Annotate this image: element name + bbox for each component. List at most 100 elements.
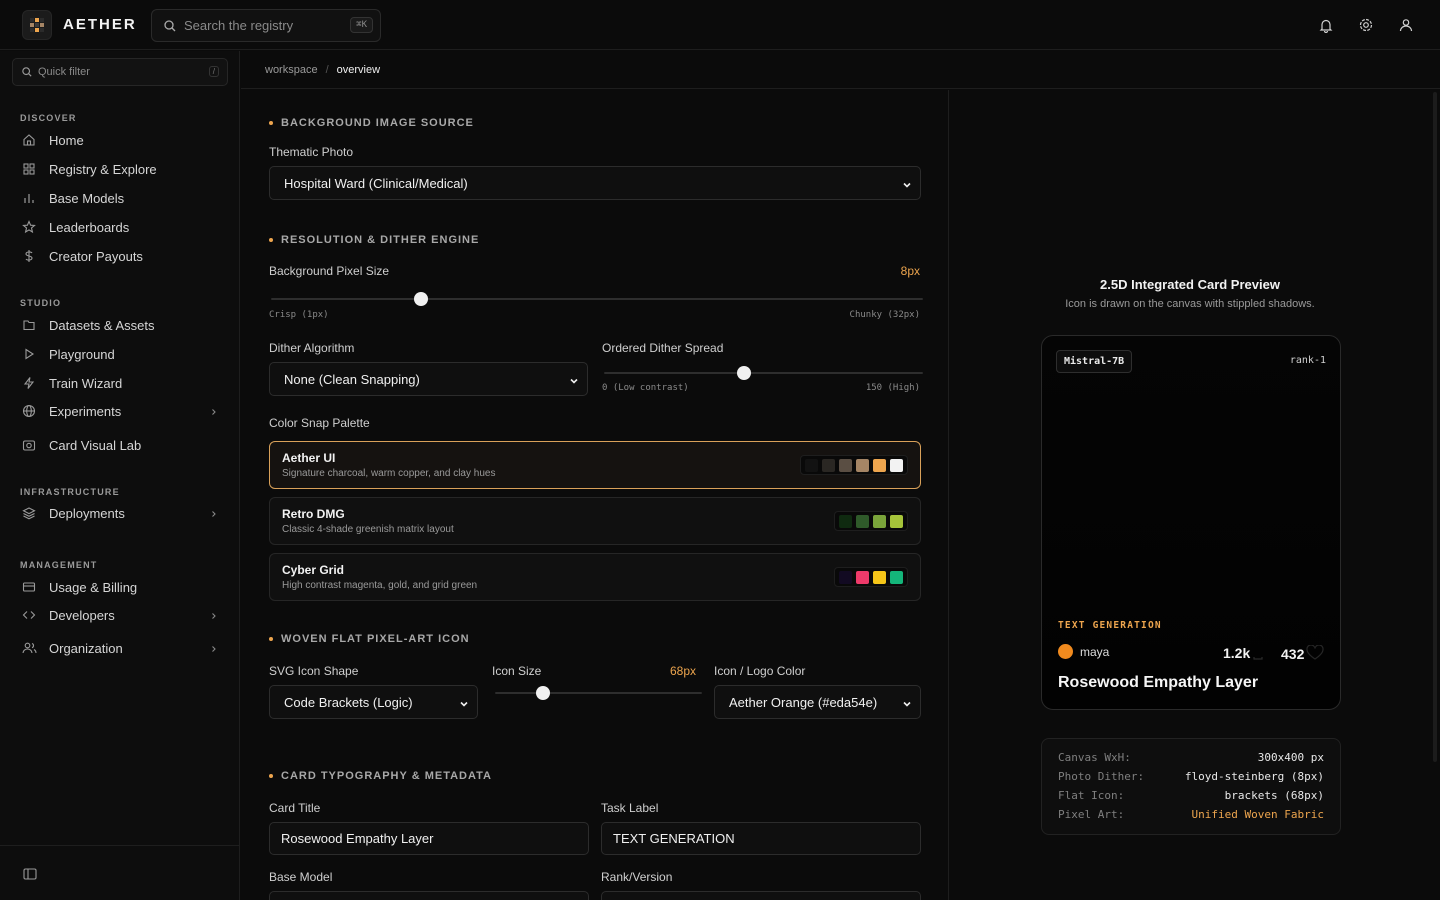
rank-version-input[interactable] — [601, 891, 921, 900]
card-title-input[interactable]: Rosewood Empathy Layer — [269, 822, 589, 855]
gear-icon[interactable] — [1356, 15, 1376, 35]
chevron-right-icon — [210, 609, 218, 624]
task-label-input[interactable]: TEXT GENERATION — [601, 822, 921, 855]
slider-thumb[interactable] — [737, 366, 752, 380]
sidebar-item-label: Train Wizard — [49, 375, 123, 391]
icon-size-value: 68px — [670, 664, 697, 678]
sidebar-item-label: Creator Payouts — [49, 248, 143, 264]
palette-description: High contrast magenta, gold, and grid gr… — [282, 580, 478, 591]
slider-thumb[interactable] — [535, 686, 550, 700]
sidebar-item-playground[interactable]: Playground — [20, 342, 220, 366]
dither-spread-min-hint: 0 (Low contrast) — [602, 383, 689, 393]
metadata-value: 300x400 px — [1257, 751, 1324, 764]
icon-color-value: Aether Orange (#eda54e) — [729, 694, 878, 710]
sidebar-item-developers[interactable]: Developers — [20, 603, 220, 627]
section-heading-bg: BACKGROUND IMAGE SOURCE — [269, 117, 474, 129]
sidebar-item-datasets[interactable]: Datasets & Assets — [20, 313, 220, 337]
search-icon — [22, 67, 32, 77]
card-title: Rosewood Empathy Layer — [1058, 674, 1259, 691]
color-swatch — [856, 570, 869, 584]
section-title-management: MANAGEMENT — [20, 560, 98, 570]
play-icon — [20, 345, 38, 363]
icon-color-label: Icon / Logo Color — [714, 664, 806, 678]
base-model-input[interactable] — [269, 891, 589, 900]
dither-spread-slider[interactable] — [604, 366, 923, 380]
color-swatch — [822, 458, 835, 472]
palette-option[interactable]: Aether UI Signature charcoal, warm copper… — [269, 441, 921, 489]
card-author: maya — [1058, 644, 1109, 659]
palette-label: Color Snap Palette — [269, 416, 370, 430]
sidebar-item-label: Experiments — [49, 403, 122, 419]
users-icon — [20, 639, 38, 657]
palette-option[interactable]: Cyber Grid High contrast magenta, gold, a… — [269, 553, 921, 601]
sidebar-item-creator-payouts[interactable]: Creator Payouts — [20, 244, 220, 268]
card-author-name: maya — [1080, 644, 1110, 659]
palette-option[interactable]: Retro DMG Classic 4-shade greenish matrix… — [269, 497, 921, 545]
chevron-down-icon — [902, 697, 912, 712]
card-likes-value: 432 — [1281, 645, 1305, 662]
metadata-row: Flat Icon: brackets (68px) — [1058, 789, 1324, 805]
sidebar-item-base-models[interactable]: Base Models — [20, 186, 220, 210]
chevron-down-icon — [902, 178, 912, 193]
download-icon — [1252, 647, 1264, 663]
sidebar-item-leaderboards[interactable]: Leaderboards — [20, 215, 220, 239]
sidebar-item-label: Developers — [49, 607, 115, 623]
chevron-right-icon — [210, 405, 218, 420]
search-input[interactable] — [184, 18, 334, 33]
preview-subtitle: Icon is drawn on the canvas with stipple… — [1065, 298, 1315, 310]
icon-shape-select[interactable]: Code Brackets (Logic) — [269, 685, 478, 719]
search-box[interactable]: ⌘K — [151, 9, 381, 42]
dither-algorithm-select[interactable]: None (Clean Snapping) — [269, 362, 588, 396]
user-icon[interactable] — [1396, 15, 1416, 35]
section-heading-icon: WOVEN FLAT PIXEL-ART ICON — [269, 633, 470, 645]
model-card-preview[interactable]: Mistral-7B rank-1 TEXT GENERATION maya 1… — [1041, 335, 1341, 710]
globe-icon — [20, 402, 38, 420]
metadata-key: Pixel Art: — [1058, 808, 1125, 821]
bell-icon[interactable] — [1316, 15, 1336, 35]
form-panel: BACKGROUND IMAGE SOURCE Thematic Photo H… — [241, 90, 949, 900]
color-swatch — [839, 514, 852, 528]
scrollbar[interactable] — [1433, 92, 1437, 762]
section-heading-res: RESOLUTION & DITHER ENGINE — [269, 234, 479, 246]
quick-filter[interactable]: / — [12, 58, 228, 86]
slider-thumb[interactable] — [413, 292, 428, 306]
sidebar-item-home[interactable]: Home — [20, 128, 220, 152]
icon-size-slider[interactable] — [495, 686, 702, 700]
icon-color-select[interactable]: Aether Orange (#eda54e) — [714, 685, 921, 719]
search-shortcut-badge: ⌘K — [350, 17, 373, 33]
breadcrumb-separator: / — [325, 64, 329, 76]
metadata-key: Photo Dither: — [1058, 770, 1145, 783]
render-metadata-panel: Canvas WxH: 300x400 px Photo Dither: floyd-… — [1041, 738, 1341, 835]
bolt-icon — [20, 374, 38, 392]
thematic-photo-select[interactable]: Hospital Ward (Clinical/Medical) — [269, 166, 921, 200]
palette-name: Cyber Grid — [282, 563, 345, 577]
breadcrumb-root[interactable]: workspace — [265, 64, 318, 76]
icon-size-label: Icon Size — [492, 664, 542, 678]
section-title-discover: DISCOVER — [20, 113, 77, 123]
color-swatch — [856, 458, 869, 472]
pixel-size-max-hint: Chunky (32px) — [849, 310, 920, 320]
sidebar-item-registry[interactable]: Registry & Explore — [20, 157, 220, 181]
sidebar-item-train-wizard[interactable]: Train Wizard — [20, 371, 220, 395]
section-title-studio: STUDIO — [20, 298, 62, 308]
task-label-label: Task Label — [601, 801, 659, 815]
sidebar-item-organization[interactable]: Organization — [20, 636, 220, 660]
sidebar-item-usage-billing[interactable]: Usage & Billing — [20, 575, 220, 599]
pixel-size-slider[interactable] — [271, 292, 923, 306]
sidebar-item-card-visual-lab[interactable]: Card Visual Lab — [20, 433, 220, 457]
layers-icon — [20, 504, 38, 522]
sidebar-item-label: Base Models — [49, 190, 125, 206]
sidebar-item-label: Registry & Explore — [49, 161, 157, 177]
color-swatch — [856, 514, 869, 528]
metadata-value: brackets (68px) — [1224, 789, 1324, 802]
sidebar-item-label: Usage & Billing — [49, 579, 138, 595]
color-swatch — [873, 570, 886, 584]
sidebar-toggle-icon[interactable] — [22, 866, 40, 884]
metadata-row: Photo Dither: floyd-steinberg (8px) — [1058, 770, 1324, 786]
logo-icon[interactable] — [22, 10, 52, 40]
sidebar-item-deployments[interactable]: Deployments — [20, 501, 220, 525]
slider-track — [604, 372, 923, 374]
sidebar-item-experiments[interactable]: Experiments — [20, 399, 220, 423]
quick-filter-input[interactable] — [38, 66, 188, 78]
sidebar: / DISCOVER Home Registry & Explore Base … — [0, 51, 240, 900]
